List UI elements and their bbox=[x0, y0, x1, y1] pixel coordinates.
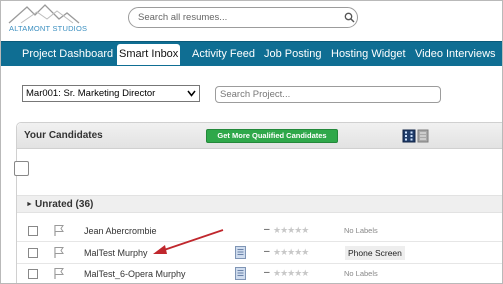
expand-triangle-icon[interactable]: ► bbox=[26, 201, 33, 208]
row-checkbox[interactable] bbox=[28, 226, 38, 236]
candidate-name[interactable]: MalTest_6-Opera Murphy bbox=[84, 269, 186, 279]
rating-stars[interactable]: ★★★★★ bbox=[273, 225, 309, 236]
flag-icon[interactable] bbox=[53, 246, 65, 259]
tab-activity-feed[interactable]: Activity Feed bbox=[192, 46, 255, 63]
mountain-logo-icon bbox=[8, 4, 80, 24]
flag-icon[interactable] bbox=[53, 267, 65, 280]
candidate-label[interactable]: No Labels bbox=[344, 269, 378, 278]
row-checkbox[interactable] bbox=[28, 269, 38, 279]
tab-hosting-widget[interactable]: Hosting Widget bbox=[331, 46, 406, 63]
row-checkbox[interactable] bbox=[28, 248, 38, 258]
get-more-candidates-button[interactable]: Get More Qualified Candidates bbox=[206, 129, 338, 143]
app-header: ALTAMONT STUDIOS Search all resumes... bbox=[1, 1, 502, 41]
view-toggle bbox=[402, 129, 430, 148]
film-view-icon[interactable] bbox=[402, 129, 416, 143]
main-nav: Project Dashboard Smart Inbox Activity F… bbox=[1, 41, 502, 66]
tab-video-interviews[interactable]: Video Interviews bbox=[415, 46, 496, 63]
resume-document-icon[interactable] bbox=[235, 246, 246, 259]
candidate-name[interactable]: MalTest Murphy bbox=[84, 248, 148, 258]
search-icon[interactable] bbox=[344, 12, 355, 23]
app-window: ALTAMONT STUDIOS Search all resumes... P… bbox=[0, 0, 503, 284]
altamont-logo[interactable]: ALTAMONT STUDIOS bbox=[7, 3, 97, 35]
logo-text: ALTAMONT STUDIOS bbox=[9, 24, 88, 33]
project-select-value: Mar001: Sr. Marketing Director bbox=[26, 88, 156, 99]
flag-icon[interactable] bbox=[53, 224, 65, 237]
project-select[interactable]: Mar001: Sr. Marketing Director bbox=[22, 85, 200, 102]
rating-stars[interactable]: ★★★★★ bbox=[273, 247, 309, 258]
list-view-icon[interactable] bbox=[417, 129, 429, 143]
candidate-row[interactable]: MalTest Murphy – ★★★★★ Phone Screen bbox=[17, 243, 502, 264]
resume-search-input[interactable]: Search all resumes... bbox=[128, 7, 358, 28]
unrated-group-header[interactable]: ► Unrated (36) bbox=[17, 195, 502, 213]
candidate-label[interactable]: No Labels bbox=[344, 226, 378, 235]
candidate-name[interactable]: Jean Abercrombie bbox=[84, 226, 157, 236]
rating-dash: – bbox=[264, 246, 270, 257]
rating-stars[interactable]: ★★★★★ bbox=[273, 268, 309, 279]
resume-search-placeholder: Search all resumes... bbox=[138, 12, 228, 23]
panel-title: Your Candidates bbox=[24, 130, 103, 141]
project-search-placeholder: Search Project... bbox=[220, 89, 291, 100]
tab-job-posting[interactable]: Job Posting bbox=[264, 46, 321, 63]
candidate-row[interactable]: Jean Abercrombie – ★★★★★ No Labels bbox=[17, 221, 502, 242]
rating-dash: – bbox=[264, 267, 270, 278]
candidates-panel-header: Your Candidates Get More Qualified Candi… bbox=[17, 123, 502, 149]
resume-document-icon[interactable] bbox=[235, 267, 246, 280]
tab-smart-inbox[interactable]: Smart Inbox bbox=[117, 44, 181, 65]
candidate-row[interactable]: MalTest_6-Opera Murphy – ★★★★★ No Labels bbox=[17, 264, 502, 283]
candidate-label[interactable]: Phone Screen bbox=[345, 246, 405, 260]
tab-project-dashboard[interactable]: Project Dashboard bbox=[22, 46, 113, 63]
project-search-input[interactable]: Search Project... bbox=[215, 86, 441, 103]
chevron-down-icon bbox=[187, 90, 196, 97]
select-all-checkbox[interactable] bbox=[14, 161, 29, 176]
group-label: Unrated (36) bbox=[35, 199, 94, 210]
rating-dash: – bbox=[264, 224, 270, 235]
